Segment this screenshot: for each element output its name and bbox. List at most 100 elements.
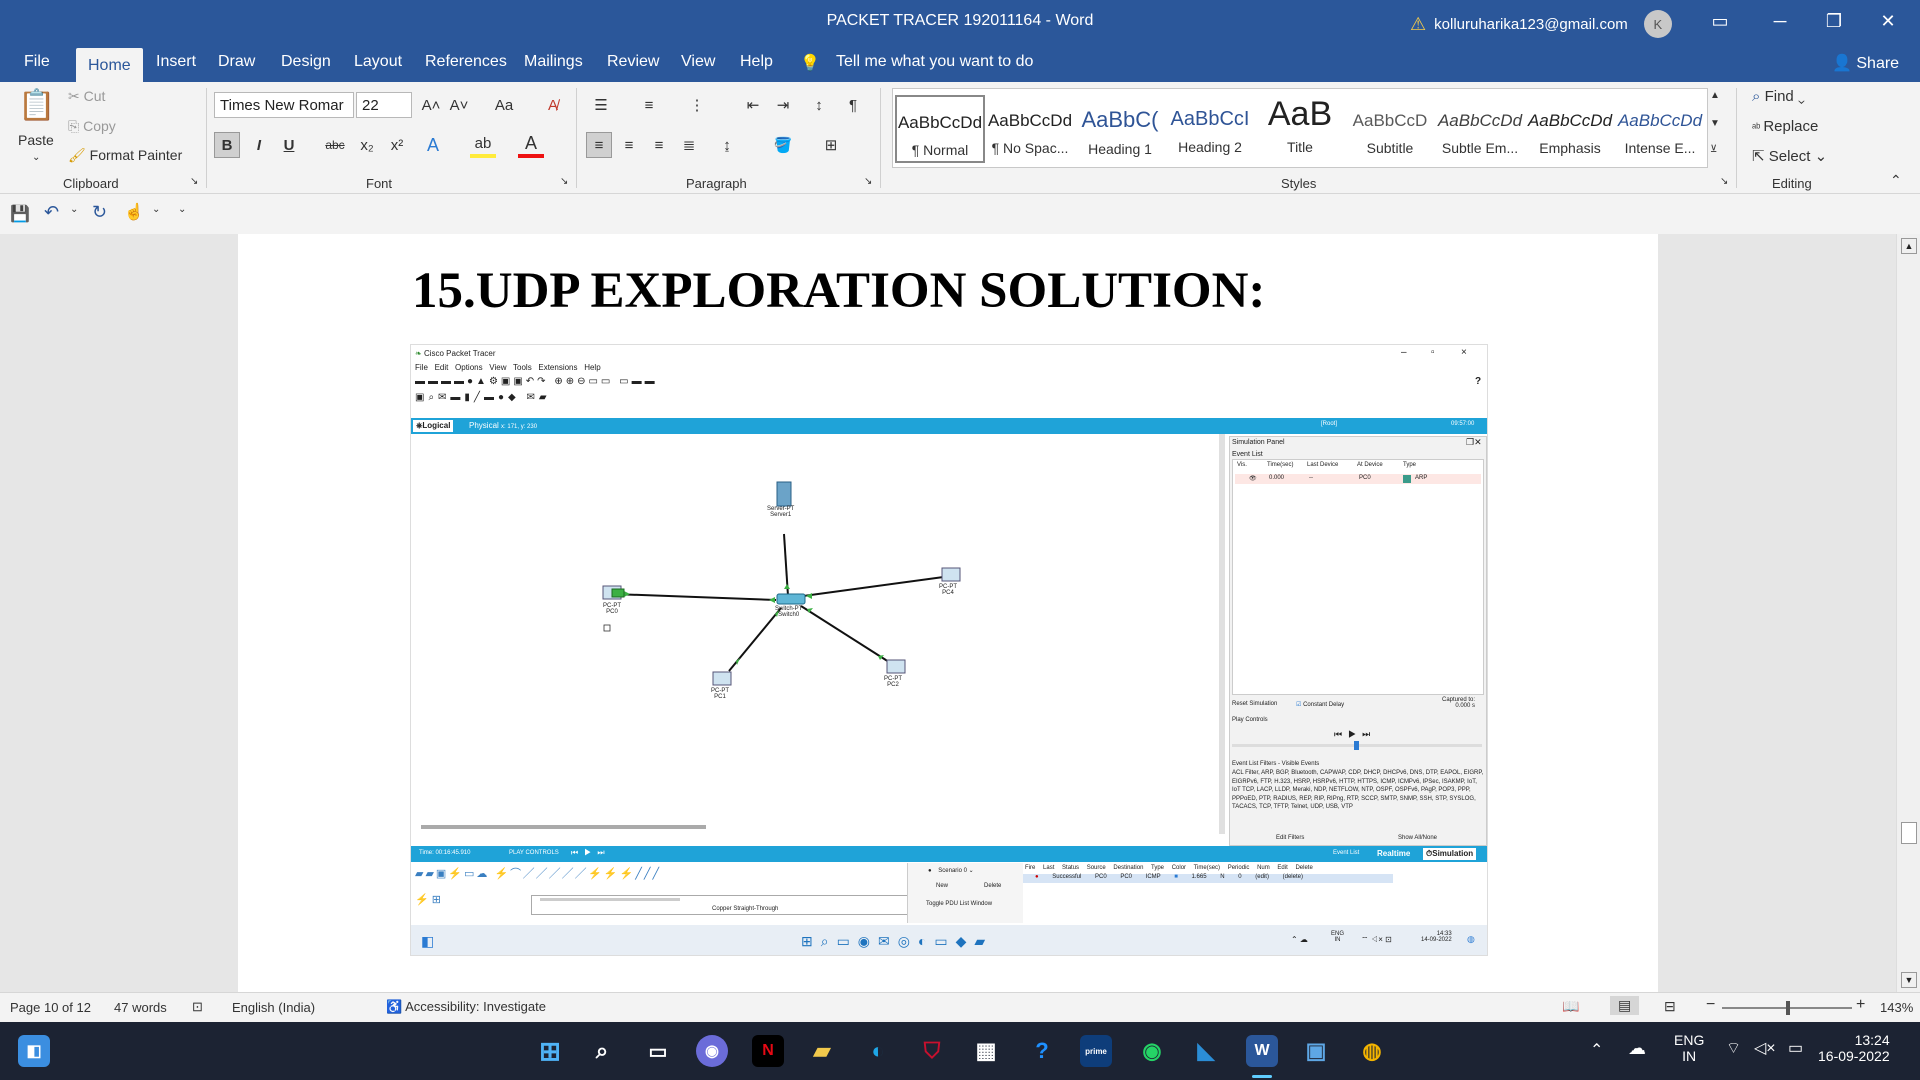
volume-mute-icon[interactable]: ◁×	[1754, 1038, 1776, 1058]
redo-icon[interactable]: ↻	[92, 202, 107, 223]
underline-button[interactable]: U	[276, 132, 302, 158]
font-name-select[interactable]: Times New Romar	[214, 92, 354, 118]
paste-button[interactable]: Paste	[18, 132, 54, 148]
style-subtle-emphasis[interactable]: AaBbCcDd Subtle Em...	[1435, 95, 1525, 163]
print-layout-icon[interactable]: ▤	[1610, 996, 1640, 1015]
shrink-font-icon[interactable]: A˅	[446, 92, 472, 118]
mcafee-icon[interactable]: ⛉	[916, 1035, 948, 1067]
launcher-icon[interactable]: ↘	[1720, 176, 1728, 187]
word-icon[interactable]: W	[1246, 1035, 1278, 1067]
zoom-slider-thumb[interactable]	[1786, 1001, 1790, 1015]
copy-button[interactable]: ⎘ Copy	[68, 118, 116, 135]
netflix-icon[interactable]: N	[752, 1035, 784, 1067]
help-icon[interactable]: ?	[1026, 1035, 1058, 1067]
input-language[interactable]: ENG IN	[1674, 1032, 1704, 1064]
tab-review[interactable]: Review	[607, 53, 659, 71]
text-effects-icon[interactable]: A	[420, 132, 446, 158]
vertical-scrollbar[interactable]: ▲ ▼	[1896, 234, 1920, 992]
chevron-down-icon[interactable]: ⌄	[32, 152, 40, 163]
chevron-down-icon[interactable]: ⌄	[152, 204, 160, 215]
chevron-down-icon[interactable]: ⌄	[70, 204, 78, 215]
font-color-icon[interactable]: A	[518, 132, 544, 158]
search-icon[interactable]: ⌕	[586, 1035, 618, 1067]
style-heading-2[interactable]: AaBbCcI Heading 2	[1165, 95, 1255, 163]
italic-button[interactable]: I	[246, 132, 272, 158]
web-layout-icon[interactable]: ⊟	[1664, 998, 1676, 1015]
scroll-thumb[interactable]	[1901, 822, 1917, 844]
strikethrough-button[interactable]: abc	[322, 132, 348, 158]
ribbon-display-icon[interactable]: ▭	[1700, 6, 1740, 36]
superscript-button[interactable]: x²	[384, 132, 410, 158]
launcher-icon[interactable]: ↘	[864, 176, 872, 187]
customize-qat-icon[interactable]: ⌄	[178, 204, 186, 215]
align-center-icon[interactable]: ≡	[616, 132, 642, 158]
restore-icon[interactable]: ❐	[1814, 6, 1854, 36]
scroll-down-arrow-icon[interactable]: ▼	[1901, 972, 1917, 988]
zoom-out-icon[interactable]: −	[1706, 996, 1715, 1014]
account-area[interactable]: ⚠ kolluruharika123@gmail.com K	[1410, 10, 1672, 38]
avatar[interactable]: K	[1643, 10, 1672, 38]
chat-icon[interactable]: ◉	[696, 1035, 728, 1067]
style-heading-1[interactable]: AaBbC(Heading 1	[1075, 95, 1165, 163]
clear-format-icon[interactable]: A̸	[540, 92, 566, 118]
cut-button[interactable]: ✂ Cut	[68, 88, 105, 105]
scroll-up-icon[interactable]: ▲	[1710, 90, 1720, 101]
increase-indent-icon[interactable]: ⇥	[770, 92, 796, 118]
bullets-icon[interactable]: ☰	[588, 92, 614, 118]
zoom-in-icon[interactable]: +	[1856, 996, 1865, 1014]
share-button[interactable]: 👤 Share	[1832, 53, 1899, 73]
tab-design[interactable]: Design	[281, 53, 331, 71]
borders-icon[interactable]: ⊞	[818, 132, 844, 158]
start-icon[interactable]: ⊞	[534, 1035, 566, 1067]
format-painter-button[interactable]: 🖌 Format Painter	[68, 147, 182, 164]
touch-mode-icon[interactable]: ☝	[124, 202, 144, 222]
expand-gallery-icon[interactable]: ⊻	[1710, 144, 1717, 155]
wifi-icon[interactable]: ⌔	[1726, 1038, 1741, 1058]
close-icon[interactable]: ✕	[1868, 6, 1908, 36]
align-right-icon[interactable]: ≡	[646, 132, 672, 158]
highlight-icon[interactable]: ab	[470, 132, 496, 158]
change-case-button[interactable]: Aa	[484, 92, 524, 118]
language[interactable]: English (India)	[232, 1000, 315, 1015]
scroll-up-arrow-icon[interactable]: ▲	[1901, 238, 1917, 254]
numbering-icon[interactable]: ≡	[636, 92, 662, 118]
packet-tracer-screenshot[interactable]: ❧ Cisco Packet Tracer – ▫ × File Edit Op…	[410, 344, 1488, 956]
tab-draw[interactable]: Draw	[218, 53, 255, 71]
tab-help[interactable]: Help	[740, 53, 773, 71]
read-mode-icon[interactable]: 📖	[1562, 998, 1579, 1015]
paste-icon[interactable]: 📋	[18, 88, 55, 123]
font-size-select[interactable]: 22	[356, 92, 412, 118]
photos-icon[interactable]: ▣	[1300, 1035, 1332, 1067]
zoom-level[interactable]: 143%	[1880, 1000, 1913, 1015]
justify-icon[interactable]: ≣	[676, 132, 702, 158]
undo-icon[interactable]: ↶	[44, 202, 59, 223]
grow-font-icon[interactable]: A˄	[418, 92, 444, 118]
style-intense-emphasis[interactable]: AaBbCcDd Intense E...	[1615, 95, 1705, 163]
scroll-down-icon[interactable]: ▼	[1710, 118, 1720, 129]
subscript-button[interactable]: x₂	[354, 132, 380, 158]
multilevel-list-icon[interactable]: ⋮	[684, 92, 710, 118]
tab-file[interactable]: File	[24, 53, 50, 71]
tray-expand-icon[interactable]: ⌃	[1590, 1040, 1603, 1060]
launcher-icon[interactable]: ↘	[190, 176, 198, 187]
whatsapp-icon[interactable]: ◉	[1136, 1035, 1168, 1067]
style-emphasis[interactable]: AaBbCcDd Emphasis	[1525, 95, 1615, 163]
style-no-spacing[interactable]: AaBbCcDd ¶ No Spac...	[985, 95, 1075, 163]
packet-tracer-icon[interactable]: ◣	[1190, 1035, 1222, 1067]
tell-me-search[interactable]: Tell me what you want to do	[836, 53, 1033, 71]
save-icon[interactable]: 💾	[10, 204, 30, 224]
widgets-icon[interactable]: ◧	[18, 1035, 50, 1067]
bold-button[interactable]: B	[214, 132, 240, 158]
tab-insert[interactable]: Insert	[156, 53, 196, 71]
chrome-icon[interactable]: ◍	[1356, 1035, 1388, 1067]
battery-icon[interactable]: ▭	[1788, 1038, 1803, 1058]
sort-icon[interactable]: ↕	[806, 92, 832, 118]
select-button[interactable]: ⇱ Select ⌄	[1752, 147, 1827, 165]
tab-layout[interactable]: Layout	[354, 53, 402, 71]
style-title[interactable]: AaB Title	[1255, 95, 1345, 163]
style-normal[interactable]: AaBbCcDd ¶ Normal	[895, 95, 985, 163]
replace-button[interactable]: ᵃᵇ Replace	[1752, 118, 1818, 135]
shading-icon[interactable]: 🪣	[770, 132, 796, 158]
task-view-icon[interactable]: ▭	[642, 1035, 674, 1067]
tab-home[interactable]: Home	[76, 48, 143, 82]
